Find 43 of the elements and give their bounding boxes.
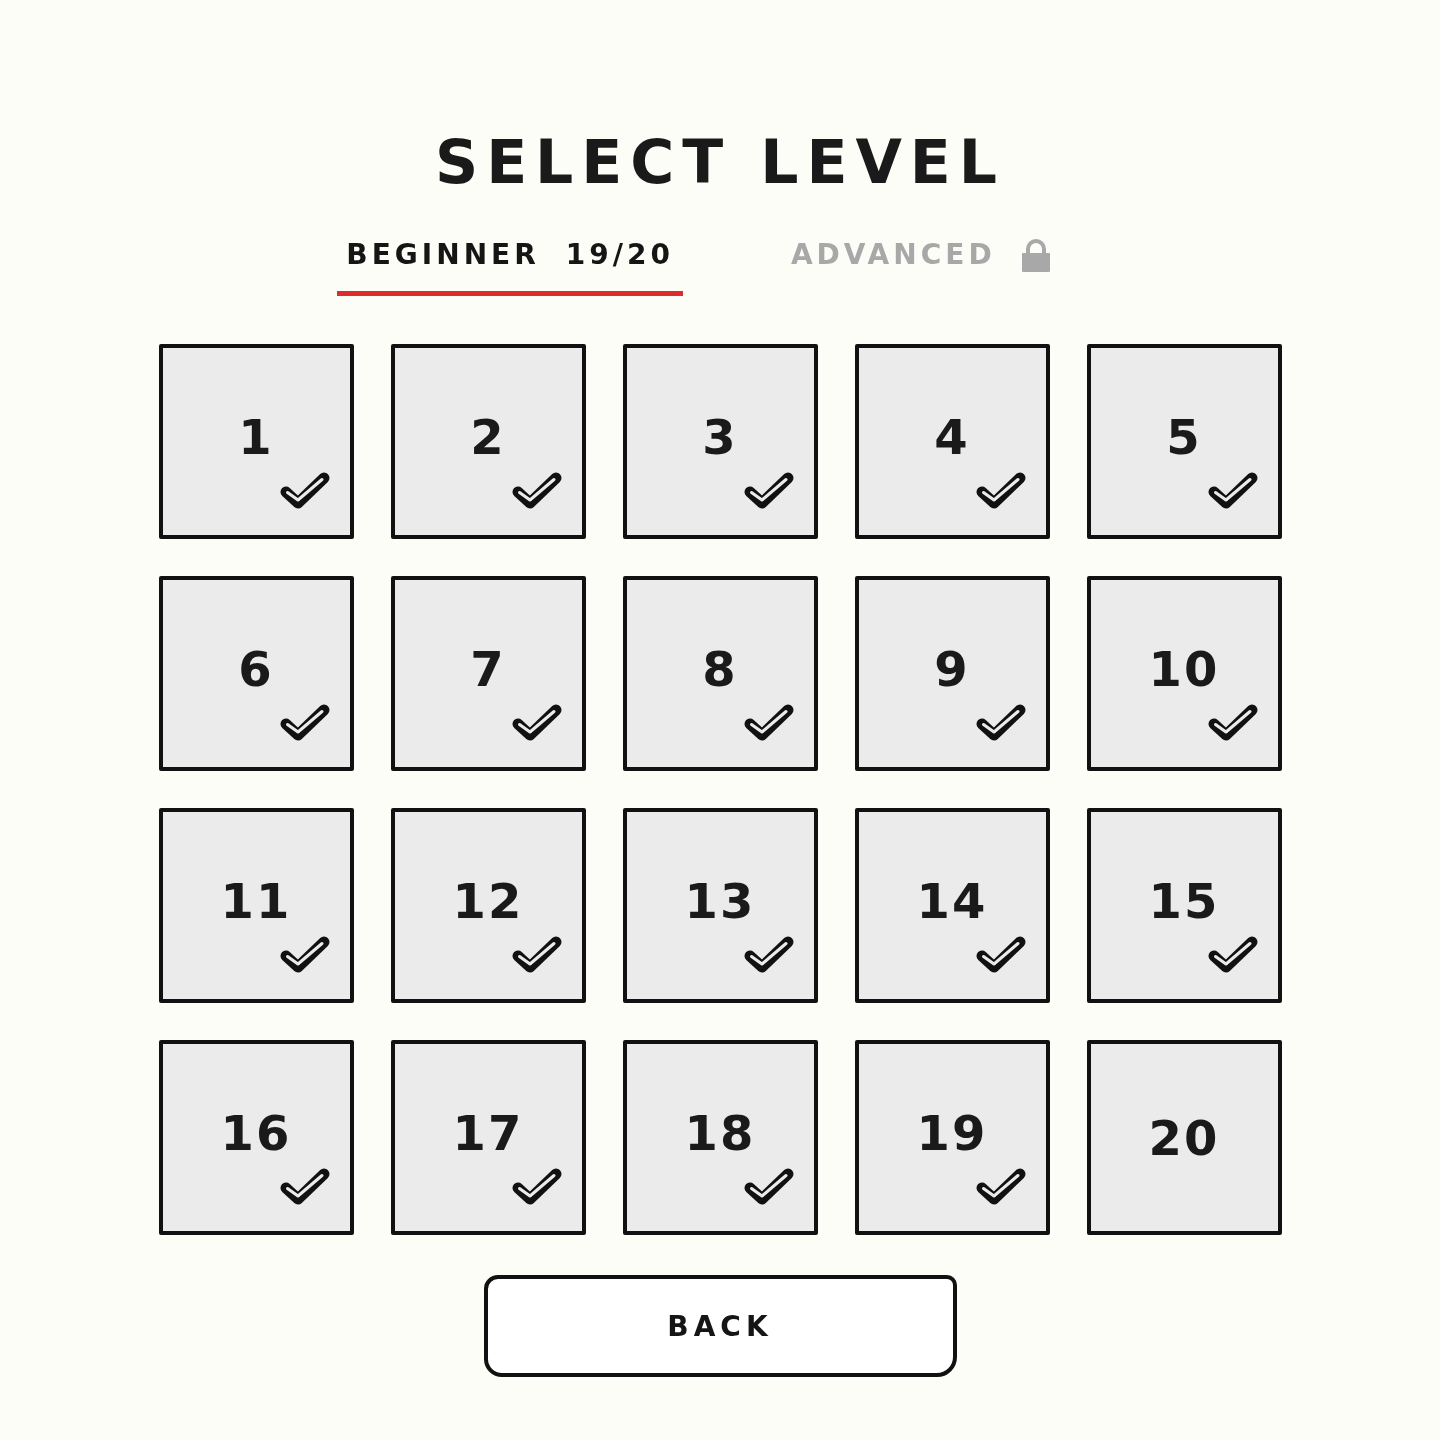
check-icon	[511, 470, 562, 510]
check-icon	[743, 934, 794, 974]
check-icon	[975, 934, 1026, 974]
level-tile[interactable]: 13	[622, 808, 818, 1003]
check-icon	[279, 470, 330, 510]
check-icon	[975, 1166, 1026, 1206]
check-icon	[975, 470, 1026, 510]
check-icon	[1207, 702, 1258, 742]
check-icon	[975, 702, 1026, 742]
level-tab[interactable]: BEGINNER 19/20	[337, 236, 683, 296]
check-icon	[279, 1166, 330, 1206]
check-icon	[511, 934, 562, 974]
check-icon	[511, 702, 562, 742]
check-icon	[743, 702, 794, 742]
check-icon	[1207, 934, 1258, 974]
check-icon	[743, 470, 794, 510]
level-tile[interactable]: 11	[158, 808, 354, 1003]
level-tile[interactable]: 19	[854, 1040, 1050, 1235]
level-tile[interactable]: 6	[158, 576, 354, 771]
check-icon	[279, 934, 330, 974]
level-tile[interactable]: 17	[390, 1040, 586, 1235]
back-button[interactable]: BACK	[483, 1275, 957, 1377]
level-tile[interactable]: 10	[1086, 576, 1282, 771]
level-tile[interactable]: 14	[854, 808, 1050, 1003]
check-icon	[279, 702, 330, 742]
level-tile[interactable]: 5	[1086, 344, 1282, 539]
level-tile[interactable]: 18	[622, 1040, 818, 1235]
level-tile[interactable]: 20	[1086, 1040, 1282, 1235]
level-tile[interactable]: 16	[158, 1040, 354, 1235]
level-tile[interactable]: 15	[1086, 808, 1282, 1003]
level-tile[interactable]: 7	[390, 576, 586, 771]
level-tile[interactable]: 12	[390, 808, 586, 1003]
check-icon	[1207, 470, 1258, 510]
level-tile[interactable]: 1	[158, 344, 354, 539]
check-icon	[743, 1166, 794, 1206]
page-title: SELECT LEVEL	[434, 126, 1006, 199]
level-tile[interactable]: 2	[390, 344, 586, 539]
level-tile[interactable]: 8	[622, 576, 818, 771]
lock-icon	[1021, 238, 1050, 272]
check-icon	[511, 1166, 562, 1206]
level-tile[interactable]: 9	[854, 576, 1050, 771]
level-tile[interactable]: 3	[622, 344, 818, 539]
level-tile[interactable]: 4	[854, 344, 1050, 539]
